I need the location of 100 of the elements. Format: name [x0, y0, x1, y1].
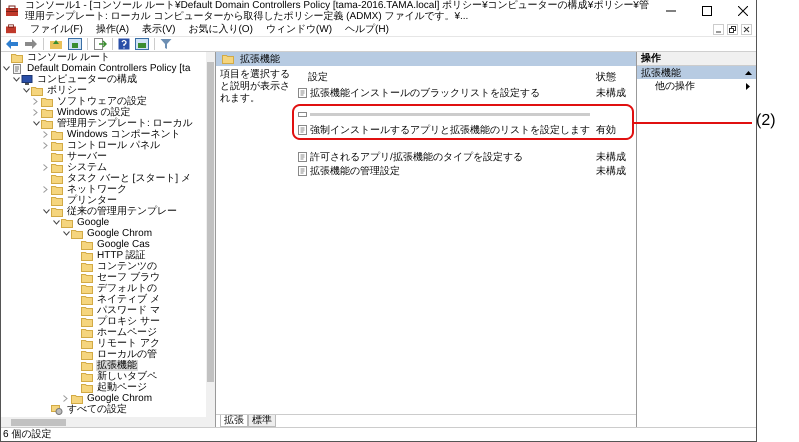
tree-item[interactable]: コンテンツの — [96, 261, 158, 272]
tree-item[interactable]: ネットワーク — [66, 184, 128, 195]
tree-item[interactable]: Default Domain Controllers Policy [ta — [26, 63, 192, 74]
tree-item[interactable]: すべての設定 — [66, 404, 128, 415]
toolbox-icon — [5, 24, 17, 34]
folder-icon — [11, 52, 23, 62]
tree-item[interactable]: ホームページ — [96, 327, 158, 338]
tree-item[interactable]: Google — [76, 217, 110, 228]
tree-item[interactable]: Windows コンポーネント — [66, 129, 182, 140]
tree-item[interactable]: 従来の管理用テンプレー — [66, 206, 178, 217]
chevron-down-icon[interactable] — [3, 66, 10, 71]
chevron-right-icon[interactable] — [33, 98, 38, 105]
folder-icon — [81, 350, 93, 360]
horizontal-scrollbar[interactable] — [1, 417, 215, 427]
column-header[interactable]: 状態 — [596, 70, 630, 84]
chevron-right-icon[interactable] — [63, 395, 68, 402]
policy-setting-icon — [298, 88, 307, 98]
minimize-icon[interactable] — [713, 24, 724, 34]
tree-item[interactable]: ローカルの管 — [96, 349, 158, 360]
menu-item[interactable]: ヘルプ(H) — [345, 22, 389, 36]
tree-item[interactable]: Google Cas — [96, 239, 151, 250]
forward-arrow-icon[interactable] — [24, 38, 38, 50]
setting-state: 有効 — [596, 124, 617, 137]
tree-item[interactable]: デフォルトの — [96, 283, 158, 294]
folder-icon — [81, 382, 93, 392]
menu-item[interactable]: ウィンドウ(W) — [266, 22, 332, 36]
setting-name[interactable]: 強制インストールするアプリと拡張機能のリストを設定します — [310, 123, 590, 137]
view-tab[interactable]: 拡張 — [220, 415, 248, 427]
tree-item[interactable]: ソフトウェアの設定 — [56, 96, 148, 107]
setting-row[interactable]: 許可されるアプリ/拡張機能のタイプを設定する 未構成 — [292, 150, 634, 164]
filter-icon[interactable] — [160, 38, 172, 50]
setting-row[interactable]: 拡張機能の管理設定 未構成 — [292, 164, 634, 178]
menu-item[interactable]: 操作(A) — [96, 22, 130, 36]
help-icon[interactable] — [118, 38, 130, 50]
back-arrow-icon[interactable] — [5, 38, 19, 50]
folder-icon — [81, 316, 93, 326]
tree-item[interactable]: サーバー — [66, 151, 108, 162]
setting-name[interactable]: 拡張機能の管理設定 — [310, 164, 590, 178]
tree-item[interactable]: Google Chrom — [86, 228, 154, 239]
tree-item[interactable]: 拡張機能 — [96, 360, 138, 371]
tree-item[interactable]: リモート アク — [96, 338, 161, 349]
setting-row[interactable] — [292, 104, 634, 122]
pane-icon[interactable] — [68, 38, 82, 50]
pane-icon[interactable] — [135, 38, 149, 50]
tree-item[interactable]: プロキシ サー — [96, 316, 161, 327]
tree-item[interactable]: パスワード マ — [96, 305, 161, 316]
window-title: コンソール1 - [コンソール ルート¥Default Domain Controllers Policy [tama-2016.TAMA.local] ポリシー¥コンピューターの構成¥ポリシー¥管理用テンプレート: ローカル コンピューターから取得したポリシー定義 (ADMX) ファイルです。¥... — [25, 0, 650, 22]
column-header[interactable]: 設定 — [308, 70, 590, 84]
folder-icon — [41, 108, 53, 118]
chevron-right-icon[interactable] — [43, 142, 48, 149]
tree-item[interactable]: Windows の設定 — [56, 107, 132, 118]
tree-item[interactable]: セーフ ブラウ — [96, 272, 161, 283]
actions-section[interactable]: 拡張機能 — [637, 66, 756, 79]
chevron-right-icon[interactable] — [43, 186, 48, 193]
folder-icon — [51, 152, 63, 162]
setting-row[interactable]: 拡張機能インストールのブラックリストを設定する 未構成 — [292, 86, 634, 100]
maximize-icon[interactable] — [702, 6, 712, 16]
tree-item[interactable]: HTTP 認証 — [96, 250, 147, 261]
tree-item[interactable]: ネイティブ メ — [96, 294, 161, 305]
tree-item[interactable]: 管理用テンプレート: ローカル — [56, 118, 194, 129]
close-icon[interactable] — [738, 6, 748, 16]
menu-item[interactable]: 表示(V) — [142, 22, 176, 36]
folder-up-icon[interactable] — [49, 38, 63, 50]
status-bar: 6 個の設定 — [1, 427, 756, 441]
chevron-down-icon[interactable] — [13, 77, 20, 82]
tree-item[interactable]: タスク バーと [スタート] メ — [66, 173, 192, 184]
action-item[interactable]: 他の操作 — [655, 79, 695, 93]
chevron-down-icon[interactable] — [53, 220, 60, 225]
chevron-right-icon[interactable] — [33, 109, 38, 116]
view-tab[interactable]: 標準 — [248, 415, 276, 427]
tree-item[interactable]: ポリシー — [46, 85, 88, 96]
chevron-right-icon[interactable] — [43, 164, 48, 171]
setting-name[interactable]: 拡張機能インストールのブラックリストを設定する — [310, 86, 590, 100]
toolbox-icon — [5, 5, 19, 17]
tree-item[interactable]: コントロール パネル — [66, 140, 161, 151]
folder-icon — [81, 360, 93, 370]
chevron-down-icon[interactable] — [63, 231, 70, 236]
restore-icon[interactable] — [727, 24, 738, 34]
submenu-arrow-icon — [746, 82, 750, 90]
chevron-down-icon[interactable] — [33, 121, 40, 126]
menu-item[interactable]: お気に入り(O) — [188, 22, 253, 36]
tree-item[interactable]: プリンター — [66, 195, 118, 206]
tree-item[interactable]: コンピューターの構成 — [36, 74, 138, 85]
menu-item[interactable]: ファイル(F) — [30, 22, 83, 36]
tree-item[interactable]: Google Chrom — [86, 393, 154, 404]
tree-item[interactable]: 新しいタブペ — [96, 371, 158, 382]
tree-item[interactable]: 起動ページ — [96, 382, 148, 393]
export-icon[interactable] — [93, 38, 107, 50]
setting-name[interactable]: 許可されるアプリ/拡張機能のタイプを設定する — [310, 150, 590, 164]
collapse-triangle-icon[interactable] — [745, 70, 752, 74]
chevron-down-icon[interactable] — [43, 209, 50, 214]
tree-item[interactable]: コンソール ルート — [26, 52, 111, 63]
chevron-down-icon[interactable] — [23, 88, 30, 93]
actions-header: 操作 — [637, 52, 756, 66]
vertical-scrollbar[interactable] — [206, 52, 215, 417]
setting-row[interactable]: 強制インストールするアプリと拡張機能のリストを設定します 有効 — [292, 122, 634, 140]
tree-item[interactable]: システム — [66, 162, 108, 173]
computer-icon — [21, 74, 33, 84]
chevron-right-icon[interactable] — [43, 131, 48, 138]
folder-icon — [81, 284, 93, 294]
